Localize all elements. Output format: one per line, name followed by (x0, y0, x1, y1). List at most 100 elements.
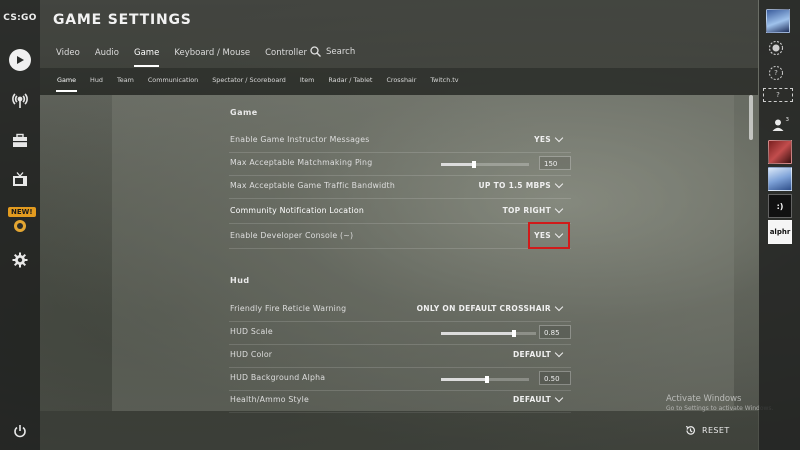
friends-icon (772, 119, 784, 131)
help-badge-button[interactable]: ? (763, 63, 789, 83)
subtab-twitch[interactable]: Twitch.tv (430, 76, 458, 84)
setting-row: Max Acceptable Matchmaking Ping 150 (229, 153, 571, 176)
matchmaking-ping-input[interactable]: 150 (539, 156, 571, 170)
health-ammo-style-dropdown[interactable]: DEFAULT (512, 393, 564, 404)
inventory-button[interactable] (0, 126, 40, 156)
activation-watermark-text: Go to Settings to activate Windows. (666, 405, 774, 412)
subtab-bar: Game Hud Team Communication Spectator / … (55, 76, 473, 92)
help-box-label: ? (776, 91, 780, 99)
friend-avatar[interactable]: :) (768, 194, 792, 218)
search-button[interactable]: Search (310, 46, 355, 57)
chevron-down-icon (554, 204, 564, 214)
instructor-messages-dropdown[interactable]: YES (534, 133, 564, 144)
slider-fill (441, 332, 513, 335)
play-button[interactable] (0, 45, 40, 75)
scrollbar-thumb[interactable] (749, 95, 753, 140)
hud-alpha-input[interactable]: 0.50 (539, 371, 571, 385)
gear-icon (12, 252, 28, 268)
right-sidebar: ? ? 3 :) alphr (759, 0, 800, 450)
subtab-radar-tablet[interactable]: Radar / Tablet (328, 76, 372, 84)
setting-row: Enable Game Instructor Messages YES (229, 130, 571, 153)
subtab-crosshair[interactable]: Crosshair (386, 76, 416, 84)
reset-label: RESET (702, 426, 730, 435)
broadcast-icon (12, 93, 28, 108)
dropdown-value: ONLY ON DEFAULT CROSSHAIR (416, 304, 551, 313)
setting-label: HUD Scale (230, 327, 273, 336)
setting-row: Health/Ammo Style DEFAULT (229, 390, 571, 413)
section-title-hud: Hud (230, 276, 250, 285)
subtab-spectator-scoreboard[interactable]: Spectator / Scoreboard (212, 76, 286, 84)
setting-row: Max Acceptable Game Traffic Bandwidth UP… (229, 176, 571, 199)
tab-keyboard-mouse[interactable]: Keyboard / Mouse (174, 48, 250, 58)
setting-row: HUD Scale 0.85 (229, 322, 571, 345)
subtab-item[interactable]: Item (300, 76, 315, 84)
activation-watermark-title: Activate Windows (666, 394, 742, 404)
slider-fill (441, 163, 472, 166)
settings-button[interactable] (0, 245, 40, 275)
setting-label: Friendly Fire Reticle Warning (230, 304, 347, 313)
setting-label: Community Notification Location (230, 206, 364, 215)
friends-button[interactable]: 3 (765, 115, 791, 135)
dropdown-value: DEFAULT (512, 350, 551, 359)
footer-bar (40, 411, 758, 450)
slider-knob[interactable] (471, 161, 476, 168)
friendly-fire-warning-dropdown[interactable]: ONLY ON DEFAULT CROSSHAIR (416, 302, 564, 313)
friend-avatar[interactable]: alphr (768, 220, 792, 244)
slider-knob[interactable] (512, 330, 517, 337)
watch-button[interactable] (0, 85, 40, 115)
dropdown-value: TOP RIGHT (502, 206, 551, 215)
dropdown-value: UP TO 1.5 MBPS (478, 181, 551, 190)
setting-row: HUD Background Alpha 0.50 (229, 368, 571, 391)
play-icon (9, 49, 31, 71)
hud-scale-slider[interactable] (441, 330, 536, 337)
subtab-hud[interactable]: Hud (90, 76, 103, 84)
operation-icon (14, 220, 26, 232)
search-icon (310, 46, 321, 57)
watch-tv-button[interactable] (0, 165, 40, 195)
quit-button[interactable] (0, 416, 40, 446)
setting-row: Enable Developer Console (~) YES (229, 226, 571, 249)
friend-avatar[interactable] (768, 167, 792, 191)
setting-label: HUD Background Alpha (230, 373, 326, 382)
tv-icon (13, 172, 27, 186)
left-sidebar: CS:GO NEW! (0, 0, 40, 450)
hud-alpha-slider[interactable] (441, 376, 529, 383)
app-logo: CS:GO (3, 13, 37, 23)
traffic-bandwidth-dropdown[interactable]: UP TO 1.5 MBPS (478, 179, 564, 190)
reset-icon (685, 425, 695, 435)
section-title-game: Game (230, 108, 258, 117)
subtab-team[interactable]: Team (117, 76, 134, 84)
rank-icon (768, 40, 784, 56)
friends-count: 3 (785, 117, 790, 123)
notification-location-dropdown[interactable]: TOP RIGHT (502, 204, 564, 215)
inventory-icon (13, 133, 27, 147)
setting-label: Health/Ammo Style (230, 395, 309, 404)
page-title: GAME SETTINGS (53, 12, 192, 28)
user-avatar[interactable] (766, 9, 790, 33)
chevron-down-icon (554, 179, 564, 189)
subtab-communication[interactable]: Communication (148, 76, 198, 84)
slider-knob[interactable] (485, 376, 489, 383)
hud-color-dropdown[interactable]: DEFAULT (512, 348, 564, 359)
chevron-down-icon (554, 348, 564, 358)
tab-video[interactable]: Video (56, 48, 80, 58)
slider-fill (441, 378, 485, 381)
power-icon (14, 425, 26, 438)
chevron-down-icon (554, 133, 564, 143)
tab-game[interactable]: Game (134, 48, 160, 67)
hud-scale-input[interactable]: 0.85 (539, 325, 571, 339)
setting-label: Enable Game Instructor Messages (230, 135, 370, 144)
rank-button[interactable] (763, 38, 789, 58)
matchmaking-ping-slider[interactable] (441, 161, 529, 168)
reset-button[interactable]: RESET (685, 425, 730, 436)
friend-avatar[interactable] (768, 140, 792, 164)
new-badge: NEW! (8, 207, 36, 217)
tab-controller[interactable]: Controller (265, 48, 307, 58)
chevron-down-icon (554, 393, 564, 403)
tab-bar: Video Audio Game Keyboard / Mouse Contro… (56, 48, 322, 67)
subtab-game[interactable]: Game (55, 76, 78, 92)
help-box-button[interactable]: ? (763, 88, 793, 102)
dropdown-value: DEFAULT (512, 395, 551, 404)
tab-audio[interactable]: Audio (95, 48, 119, 58)
setting-label: HUD Color (230, 350, 273, 359)
